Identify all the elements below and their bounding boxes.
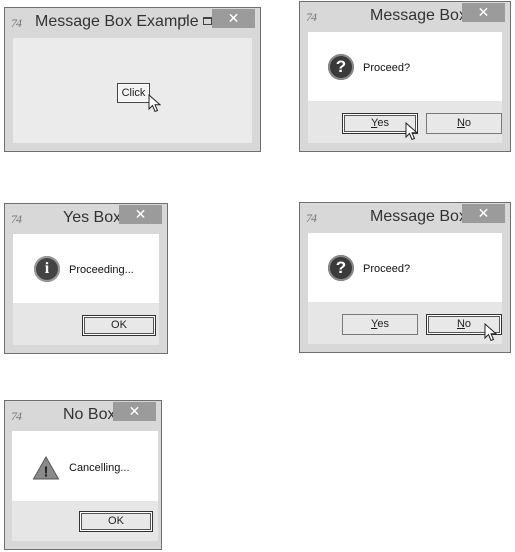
window-title: Yes Box — [63, 209, 122, 226]
window-client-area: Click — [13, 38, 252, 143]
minimize-icon[interactable]: – — [179, 10, 188, 26]
question-icon: ? — [328, 54, 354, 80]
window-title: Message Box — [370, 7, 467, 24]
warning-icon: ! — [32, 455, 60, 481]
tk-app-icon: 74 — [306, 211, 317, 225]
question-icon: ? — [328, 255, 354, 281]
mouse-cursor-icon — [148, 94, 162, 113]
ok-button[interactable]: OK — [79, 511, 153, 532]
close-button[interactable]: ✕ — [113, 402, 156, 421]
click-button[interactable]: Click — [117, 83, 150, 103]
message-area: ! Cancelling... — [12, 431, 158, 503]
button-area: Yes No — [308, 302, 502, 344]
button-area: Yes No — [308, 101, 502, 143]
message-text: Cancelling... — [69, 462, 130, 474]
close-button[interactable]: ✕ — [212, 9, 255, 28]
no-label-rest: o — [464, 318, 472, 330]
message-text: Proceed? — [363, 263, 411, 275]
yes-label-rest: es — [377, 318, 389, 330]
yes-button[interactable]: Yes — [342, 314, 418, 335]
no-mnemonic: N — [456, 117, 465, 129]
message-area: i Proceeding... — [13, 234, 159, 304]
no-mnemonic: N — [456, 318, 465, 330]
tk-app-icon: 74 — [11, 212, 22, 226]
message-text: Proceed? — [363, 62, 411, 74]
message-box-window-no: 74 Message Box ✕ ? Proceed? Yes No — [299, 202, 511, 353]
no-box-window: 74 No Box ✕ ! Cancelling... OK — [4, 400, 162, 550]
no-label-rest: o — [464, 117, 472, 129]
dialog-client-area: i Proceeding... OK — [13, 234, 159, 345]
message-box-window-yes: 74 Message Box ✕ ? Proceed? Yes No — [299, 1, 511, 152]
info-icon: i — [34, 256, 60, 282]
close-button[interactable]: ✕ — [462, 204, 505, 223]
close-button[interactable]: ✕ — [462, 3, 505, 22]
yes-label-rest: es — [377, 117, 389, 129]
button-area: OK — [12, 501, 158, 541]
title-bar[interactable]: 74 No Box ✕ — [5, 401, 161, 431]
warning-glyph: ! — [44, 464, 49, 481]
mouse-cursor-icon — [405, 122, 419, 141]
window-title: Message Box Example — [35, 13, 199, 30]
maximize-icon[interactable] — [203, 17, 212, 25]
tk-app-icon: 74 — [11, 409, 22, 423]
window-title: No Box — [63, 406, 116, 423]
message-area: ? Proceed? — [308, 32, 502, 102]
message-box-example-window: 74 Message Box Example – ✕ Click — [4, 7, 261, 152]
message-area: ? Proceed? — [308, 233, 502, 303]
title-bar[interactable]: 74 Message Box ✕ — [300, 2, 510, 32]
no-button[interactable]: No — [426, 113, 502, 134]
ok-button[interactable]: OK — [82, 315, 156, 336]
mouse-cursor-icon — [484, 323, 498, 342]
yes-box-window: 74 Yes Box ✕ i Proceeding... OK — [4, 203, 168, 354]
title-bar[interactable]: 74 Message Box Example – ✕ — [5, 8, 260, 38]
dialog-client-area: ? Proceed? Yes No — [308, 32, 502, 143]
dialog-client-area: ! Cancelling... OK — [12, 431, 158, 541]
close-button[interactable]: ✕ — [119, 205, 162, 224]
tk-app-icon: 74 — [11, 16, 22, 30]
title-bar[interactable]: 74 Message Box ✕ — [300, 203, 510, 233]
window-title: Message Box — [370, 208, 467, 225]
button-area: OK — [13, 303, 159, 345]
title-bar[interactable]: 74 Yes Box ✕ — [5, 204, 167, 234]
message-text: Proceeding... — [69, 264, 134, 276]
dialog-client-area: ? Proceed? Yes No — [308, 233, 502, 344]
tk-app-icon: 74 — [306, 10, 317, 24]
